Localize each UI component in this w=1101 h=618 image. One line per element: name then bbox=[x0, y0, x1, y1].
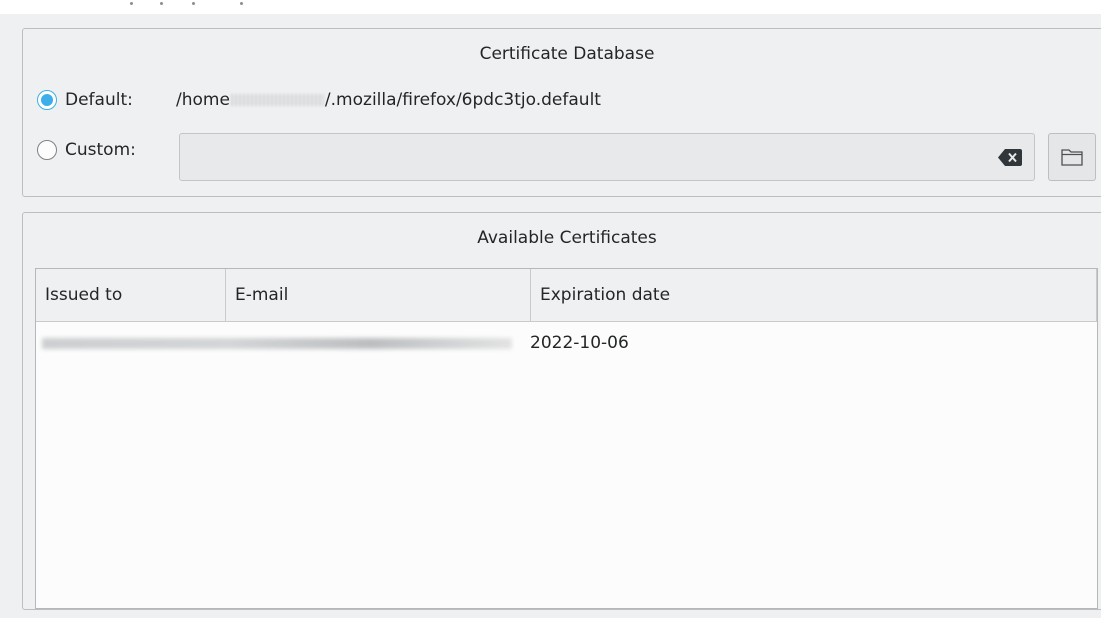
certificates-table[interactable]: Issued to E-mail Expiration date 2022-10… bbox=[35, 268, 1098, 609]
default-label: Default: bbox=[65, 90, 133, 110]
default-path: /home /.mozilla/firefox/6pdc3tjo.default bbox=[176, 90, 601, 110]
redacted-issued-to-email bbox=[42, 338, 512, 349]
table-row[interactable]: 2022-10-06 bbox=[36, 321, 1097, 365]
available-certificates-group: Available Certificates Issued to E-mail … bbox=[22, 212, 1101, 610]
column-header-issued-to[interactable]: Issued to bbox=[36, 269, 226, 321]
certificate-database-title: Certificate Database bbox=[479, 44, 655, 64]
folder-open-icon bbox=[1061, 149, 1083, 166]
default-radio[interactable] bbox=[37, 90, 57, 110]
expiration-date-cell: 2022-10-06 bbox=[530, 333, 629, 353]
default-path-suffix: /.mozilla/firefox/6pdc3tjo.default bbox=[324, 90, 601, 110]
certificate-database-group: Certificate Database Default: /home /.moz… bbox=[22, 28, 1101, 197]
custom-label: Custom: bbox=[65, 140, 136, 160]
custom-radio-row[interactable]: Custom: bbox=[37, 140, 136, 160]
truncated-text-remnant bbox=[120, 2, 260, 8]
table-header: Issued to E-mail Expiration date bbox=[36, 269, 1097, 322]
custom-radio[interactable] bbox=[37, 140, 57, 160]
browse-folder-button[interactable] bbox=[1048, 133, 1096, 181]
column-header-email[interactable]: E-mail bbox=[226, 269, 531, 321]
dialog-body: Certificate Database Default: /home /.moz… bbox=[0, 14, 1101, 618]
column-header-expiration-date[interactable]: Expiration date bbox=[531, 269, 1097, 321]
default-path-prefix: /home bbox=[176, 90, 230, 110]
custom-path-input[interactable] bbox=[179, 133, 1035, 181]
available-certificates-title: Available Certificates bbox=[477, 228, 657, 248]
redacted-username bbox=[230, 94, 324, 106]
backspace-clear-icon[interactable] bbox=[998, 149, 1022, 166]
top-strip bbox=[0, 0, 1101, 14]
default-radio-row[interactable]: Default: bbox=[37, 90, 133, 110]
